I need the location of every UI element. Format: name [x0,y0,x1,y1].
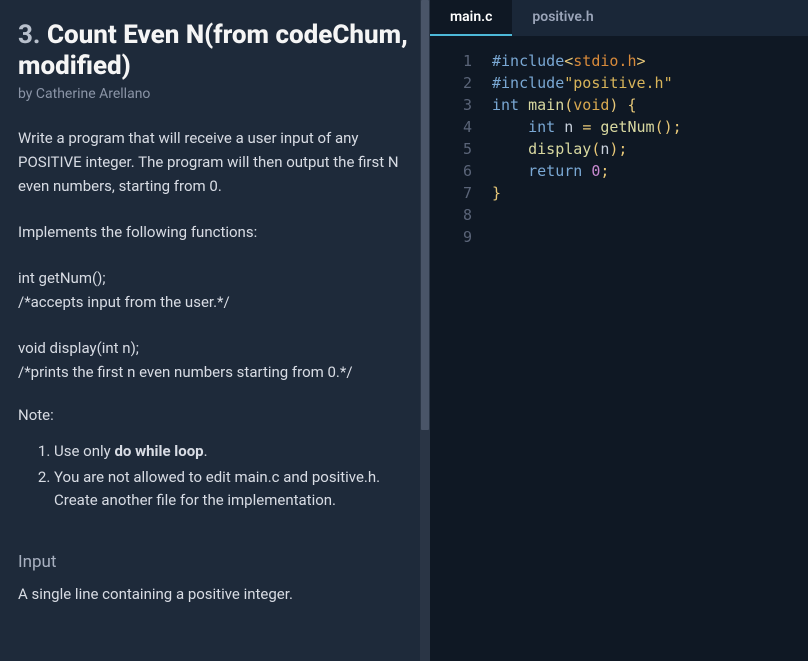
line-gutter: 123456789 [430,50,486,661]
code-editor[interactable]: 123456789 #include<stdio.h>#include"posi… [430,36,808,661]
code-line[interactable]: } [492,182,808,204]
note-item: Use only do while loop. [54,440,412,463]
code-line[interactable]: display(n); [492,138,808,160]
input-heading: Input [18,552,412,572]
problem-author: by Catherine Arellano [18,86,412,102]
code-line[interactable]: #include"positive.h" [492,72,808,94]
func2-signature: void display(int n); [18,336,412,360]
line-number: 3 [430,94,472,116]
code-line[interactable]: int main(void) { [492,94,808,116]
input-description: A single line containing a positive inte… [18,582,412,606]
note-list: Use only do while loop. You are not allow… [18,440,412,512]
problem-title-text: Count Even N(from codeChum, modified) [18,20,408,81]
line-number: 8 [430,204,472,226]
code-line[interactable] [492,226,808,248]
code-line[interactable]: return 0; [492,160,808,182]
implements-label: Implements the following functions: [18,220,412,244]
problem-title: 3. Count Even N(from codeChum, modified) [18,20,412,82]
problem-number: 3. [18,20,40,50]
problem-panel: 3. Count Even N(from codeChum, modified)… [0,0,430,661]
line-number: 6 [430,160,472,182]
line-number: 9 [430,226,472,248]
line-number: 4 [430,116,472,138]
line-number: 2 [430,72,472,94]
tab-main-c[interactable]: main.c [430,0,512,36]
code-line[interactable] [492,204,808,226]
line-number: 7 [430,182,472,204]
editor-panel: main.cpositive.h 123456789 #include<stdi… [430,0,808,661]
code-line[interactable]: #include<stdio.h> [492,50,808,72]
line-number: 1 [430,50,472,72]
line-number: 5 [430,138,472,160]
problem-description: Write a program that will receive a user… [18,126,412,198]
note-item: You are not allowed to edit main.c and p… [54,466,412,513]
func2-comment: /*prints the first n even numbers starti… [18,360,412,384]
code-area[interactable]: #include<stdio.h>#include"positive.h"int… [486,50,808,661]
note-label: Note: [18,406,412,424]
scrollbar-thumb[interactable] [421,0,429,430]
tab-positive-h[interactable]: positive.h [512,0,613,36]
code-line[interactable]: int n = getNum(); [492,116,808,138]
func1-comment: /*accepts input from the user.*/ [18,290,412,314]
tabs-bar: main.cpositive.h [430,0,808,36]
func1-signature: int getNum(); [18,266,412,290]
